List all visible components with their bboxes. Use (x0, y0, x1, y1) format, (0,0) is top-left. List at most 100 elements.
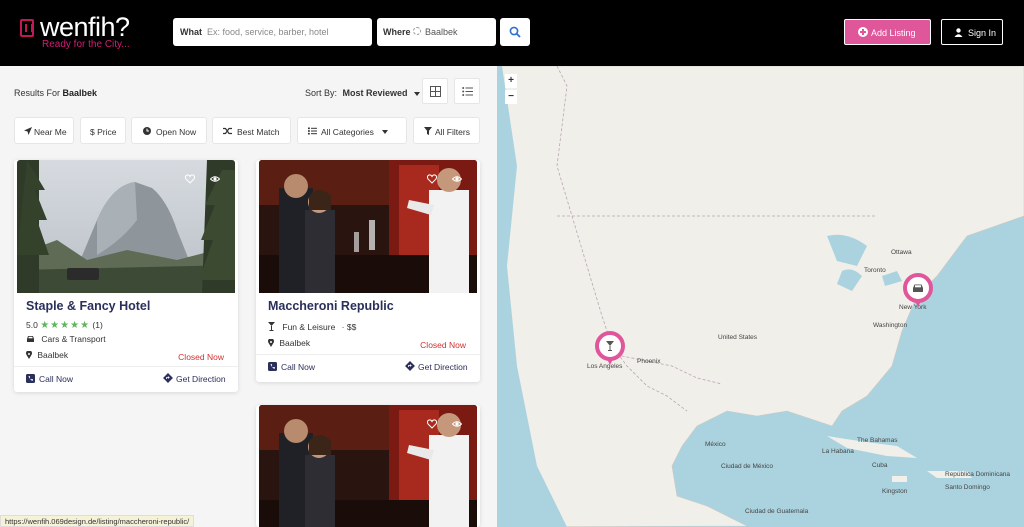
map-label: Santo Domingo (945, 484, 990, 491)
grid-view-button[interactable] (422, 78, 448, 104)
rating-row: 5.0 ★★★★★ (1) (26, 320, 103, 331)
filter-label: All Filters (435, 127, 470, 137)
sort-label: Sort By: (305, 88, 338, 98)
listing-photo[interactable] (17, 160, 235, 293)
filter-label: All Categories (321, 127, 374, 137)
chevron-down-icon (382, 130, 388, 134)
list-icon (308, 127, 317, 135)
funnel-icon (424, 127, 432, 135)
map-label: Phoenix (637, 358, 661, 365)
listing-location: Baalbek (279, 338, 311, 348)
eye-icon[interactable] (210, 174, 220, 184)
get-direction-link[interactable]: Get Direction (418, 362, 468, 372)
search-icon (509, 26, 521, 38)
filter-label: Best Match (237, 127, 280, 137)
search-what-label: What (180, 27, 202, 37)
sign-in-button[interactable]: Sign In (941, 19, 1003, 45)
sort-dropdown[interactable]: Sort By: Most Reviewed (305, 88, 421, 98)
cocktail-icon (268, 322, 275, 331)
add-listing-button[interactable]: Add Listing (844, 19, 931, 45)
listing-title[interactable]: Maccheroni Republic (268, 299, 394, 313)
map-label: New York (899, 304, 927, 311)
map-pin-fun-leisure[interactable] (595, 331, 625, 365)
sort-value: Most Reviewed (342, 88, 408, 98)
map-label: Toronto (864, 267, 886, 274)
results-heading: Results For Baalbek (14, 88, 97, 98)
search-where-input[interactable]: Where Baalbek (377, 18, 496, 46)
filter-all-filters[interactable]: All Filters (413, 117, 480, 144)
location-arrow-icon (24, 127, 32, 135)
listing-photo[interactable] (259, 405, 477, 527)
heart-icon[interactable] (427, 419, 437, 429)
heart-icon[interactable] (185, 174, 195, 184)
listing-photo[interactable] (259, 160, 477, 293)
search-what-placeholder: Ex: food, service, barber, hotel (207, 27, 329, 37)
list-icon (462, 87, 473, 96)
list-view-button[interactable] (454, 78, 480, 104)
map-label: United States (718, 334, 758, 341)
filter-open-now[interactable]: Open Now (131, 117, 207, 144)
results-location: Baalbek (62, 88, 98, 98)
map-label: Ottawa (891, 249, 912, 256)
cocktail-icon (606, 341, 614, 351)
clock-icon (143, 127, 151, 135)
directions-icon (163, 373, 173, 383)
search-where-value: Baalbek (425, 27, 458, 37)
listing-category[interactable]: Cars & Transport (41, 334, 105, 344)
map-zoom-out-button[interactable]: − (505, 90, 517, 104)
map-label: Los Angeles (587, 363, 623, 370)
call-now-link[interactable]: Call Now (39, 374, 73, 384)
car-icon (913, 284, 923, 292)
results-map[interactable]: Ottawa Toronto New York Washington Unite… (497, 66, 1024, 527)
filter-price[interactable]: $ Price (80, 117, 126, 144)
car-icon (27, 336, 34, 342)
open-status-badge: Closed Now (420, 340, 466, 350)
eye-icon[interactable] (452, 174, 462, 184)
map-marker-icon (268, 338, 274, 347)
listing-title[interactable]: Staple & Fancy Hotel (26, 299, 150, 313)
map-pin-cars-transport[interactable] (903, 273, 933, 307)
map-label: República Dominicana (945, 471, 1011, 478)
star-rating-icon: ★★★★★ (40, 320, 91, 331)
search-where-label: Where (383, 27, 411, 37)
filter-label: $ Price (90, 127, 117, 137)
listing-location: Baalbek (37, 350, 69, 360)
get-direction-link[interactable]: Get Direction (176, 374, 226, 384)
listing-category[interactable]: Fun & Leisure (282, 322, 335, 332)
call-now-link[interactable]: Call Now (281, 362, 315, 372)
rating-value: 5.0 (26, 320, 38, 330)
filter-label: Near Me (34, 127, 67, 137)
phone-icon (268, 362, 277, 371)
map-label: México (705, 441, 726, 448)
filter-best-match[interactable]: Best Match (212, 117, 291, 144)
map-tiles (497, 66, 1024, 527)
filter-near-me[interactable]: Near Me (14, 117, 74, 144)
category-row: Fun & Leisure · $$ (268, 322, 356, 332)
filter-label: Open Now (156, 127, 197, 137)
map-label: Washington (873, 322, 908, 329)
map-marker-icon (26, 350, 32, 359)
heart-icon[interactable] (427, 174, 437, 184)
listing-card[interactable] (256, 405, 480, 527)
map-label: Ciudad de México (721, 463, 774, 470)
listing-card[interactable]: Maccheroni Republic Fun & Leisure · $$ B… (256, 160, 480, 382)
sign-in-label: Sign In (968, 28, 997, 38)
card-divider (256, 354, 480, 355)
location-row: Baalbek (268, 338, 310, 348)
search-button[interactable] (500, 18, 530, 46)
map-label: The Bahamas (857, 437, 898, 444)
map-label: Kingston (882, 488, 908, 495)
eye-icon[interactable] (452, 419, 462, 429)
listing-card[interactable]: Staple & Fancy Hotel 5.0 ★★★★★ (1) Cars … (14, 160, 238, 392)
shuffle-icon (223, 127, 232, 135)
map-zoom-in-button[interactable]: + (505, 74, 517, 88)
top-header: wenfih? Ready for the City... What Ex: f… (0, 0, 1024, 66)
filter-all-categories[interactable]: All Categories (297, 117, 407, 144)
search-what-input[interactable]: What Ex: food, service, barber, hotel (173, 18, 372, 46)
add-listing-label: Add Listing (871, 28, 916, 38)
results-prefix: Results For (14, 88, 61, 98)
map-label: Ciudad de Guatemala (745, 508, 809, 515)
directions-icon (405, 361, 415, 371)
chevron-down-icon (414, 91, 421, 96)
grid-icon (430, 86, 441, 97)
